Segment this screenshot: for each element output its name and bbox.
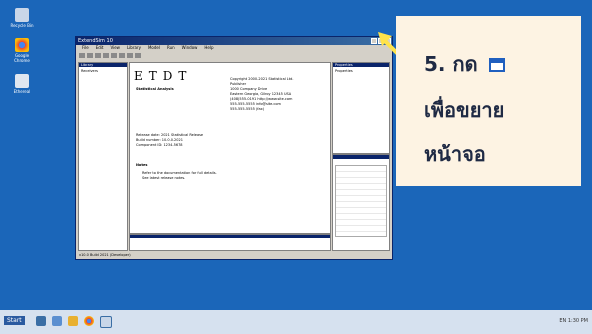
document-area: ETDT Statistical Analysis Copyright 2000… <box>129 62 331 234</box>
library-item[interactable]: Receivers <box>79 67 127 75</box>
properties-grid[interactable] <box>335 165 387 237</box>
stop-icon[interactable] <box>135 53 141 58</box>
desktop-icon-recycle-bin[interactable]: Recycle Bin <box>8 8 36 28</box>
output-pane <box>129 234 331 251</box>
taskbar: Start EN 1:30 PM <box>0 310 592 334</box>
open-icon[interactable] <box>87 53 93 58</box>
list-item: See latest release notes. <box>142 176 186 180</box>
folder-icon[interactable] <box>68 316 78 326</box>
toolbar <box>76 51 392 60</box>
menu-edit[interactable]: Edit <box>96 45 104 51</box>
section-heading: Notes <box>136 163 148 167</box>
app-window: ExtendSim 10 File Edit View Library Mode… <box>75 36 393 260</box>
taskbar-app-icon[interactable] <box>52 316 62 326</box>
system-tray[interactable]: EN 1:30 PM <box>559 318 588 324</box>
bullet-list: Refer to the documentation for full deta… <box>142 171 217 181</box>
menu-help[interactable]: Help <box>204 45 213 51</box>
chrome-icon[interactable] <box>84 316 94 326</box>
version-block: Release date: 2021 Statistical Release B… <box>136 133 203 148</box>
address-block: Copyright 2000-2021 Statistical Ltd. Pub… <box>230 77 293 112</box>
callout-step-text: 5. กด <box>424 52 478 76</box>
desktop-icon-label: Google Chrome <box>14 53 30 63</box>
menu-library[interactable]: Library <box>127 45 141 51</box>
maximize-icon <box>488 58 505 72</box>
run-icon[interactable] <box>127 53 133 58</box>
callout-step: 5. กด <box>424 48 505 80</box>
recycle-bin-icon <box>15 8 29 22</box>
menu-model[interactable]: Model <box>148 45 160 51</box>
menu-run[interactable]: Run <box>167 45 175 51</box>
output-pane-header[interactable] <box>130 235 330 238</box>
start-button[interactable]: Start <box>4 316 25 325</box>
callout-line-3: หน้าจอ <box>424 142 486 166</box>
desktop-icon-label: Recycle Bin <box>10 23 34 28</box>
brand-logo: ETDT <box>134 69 193 83</box>
properties-pane <box>332 154 390 251</box>
callout-line-2: เพื่อขยาย <box>424 98 505 122</box>
save-icon[interactable] <box>95 53 101 58</box>
menu-view[interactable]: View <box>110 45 120 51</box>
taskbar-app-icon[interactable] <box>36 316 46 326</box>
version-line: Component ID: 1234-5678 <box>136 143 183 147</box>
new-icon[interactable] <box>79 53 85 58</box>
window-title: ExtendSim 10 <box>78 38 113 44</box>
window-titlebar[interactable]: ExtendSim 10 <box>76 37 392 45</box>
navigator-pane: Properties Properties <box>332 62 390 154</box>
chrome-icon <box>15 38 29 52</box>
app-icon <box>15 74 29 88</box>
desktop-icon-chrome[interactable]: Google Chrome <box>8 38 36 63</box>
status-bar: v10.0 Build 2021 (Developer) <box>79 253 131 257</box>
menu-file[interactable]: File <box>82 45 89 51</box>
library-pane: Library Receivers <box>78 62 128 251</box>
copy-icon[interactable] <box>111 53 117 58</box>
properties-header[interactable] <box>333 155 389 159</box>
paste-icon[interactable] <box>119 53 125 58</box>
menu-window[interactable]: Window <box>182 45 198 51</box>
desktop-icon-label: Ethereal <box>13 89 31 94</box>
extendsim-icon[interactable] <box>100 316 112 328</box>
brand-subtitle: Statistical Analysis <box>136 87 174 91</box>
address-line: 555-555-5555 (fax) <box>230 107 265 111</box>
cut-icon[interactable] <box>103 53 109 58</box>
desktop-icon-app[interactable]: Ethereal <box>8 74 36 94</box>
